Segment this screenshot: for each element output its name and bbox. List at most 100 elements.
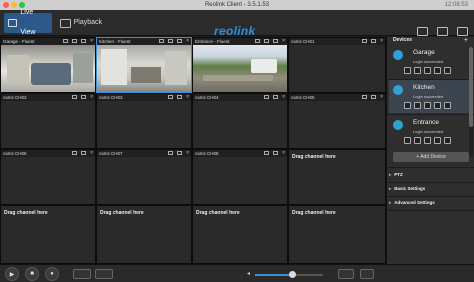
talk-button[interactable]: ●	[45, 267, 59, 281]
tab-live-view[interactable]: Live View	[4, 9, 52, 36]
garage-door	[73, 53, 93, 83]
device-icon[interactable]	[417, 27, 428, 36]
previous-page-button[interactable]	[73, 269, 91, 279]
close-icon[interactable]: ×	[282, 39, 285, 44]
snapshot-icon[interactable]	[81, 151, 87, 155]
section-ptz[interactable]: ▸ PTZ	[389, 171, 403, 179]
empty-channel-slot[interactable]: Drag channel here	[96, 205, 192, 264]
empty-channel-slot[interactable]: Drag channel here	[0, 205, 96, 264]
snapshot-icon[interactable]	[273, 39, 279, 43]
video-cell-ch08[interactable]: cams CH08 ×	[192, 149, 288, 205]
record-icon[interactable]	[264, 39, 270, 43]
video-cell-ch06[interactable]: cams CH06 ×	[0, 149, 96, 205]
add-device-button[interactable]: + Add Device	[393, 152, 469, 162]
device-name: Kitchen	[413, 84, 435, 91]
add-icon[interactable]: +	[464, 37, 468, 44]
close-icon[interactable]: ×	[186, 151, 189, 156]
record-icon[interactable]	[424, 137, 431, 144]
section-advanced-settings[interactable]: ▸ Advanced Settings	[389, 199, 435, 207]
close-icon[interactable]: ×	[282, 151, 285, 156]
close-icon[interactable]: ×	[186, 95, 189, 100]
empty-channel-slot[interactable]: Drag channel here	[192, 205, 288, 264]
settings-icon[interactable]	[404, 67, 411, 74]
record-icon[interactable]	[72, 95, 78, 99]
kitchen-counter	[131, 67, 161, 83]
close-icon[interactable]: ×	[90, 151, 93, 156]
snapshot-icon[interactable]	[177, 39, 183, 43]
video-cell-kitchen[interactable]: Kitchen - Fluent ×	[96, 37, 192, 93]
snapshot-icon[interactable]	[434, 67, 441, 74]
close-icon[interactable]: ×	[282, 95, 285, 100]
device-list-scrollbar[interactable]	[469, 47, 473, 157]
video-cell-ch05[interactable]: cams CH05 ×	[288, 93, 386, 149]
info-icon[interactable]	[444, 137, 451, 144]
close-icon[interactable]: ×	[186, 39, 189, 44]
device-panel: Devices + Garage Login succeeded Kitchen…	[386, 37, 474, 264]
stop-all-button[interactable]: ■	[25, 267, 39, 281]
snapshot-icon[interactable]	[434, 102, 441, 109]
close-icon[interactable]: ×	[380, 95, 383, 100]
record-icon[interactable]	[362, 39, 368, 43]
snapshot-icon[interactable]	[177, 151, 183, 155]
record-icon[interactable]	[424, 102, 431, 109]
snapshot-icon[interactable]	[371, 95, 377, 99]
empty-channel-slot[interactable]: Drag channel here	[288, 149, 386, 205]
video-cell-ch01[interactable]: cams CH01 ×	[288, 37, 386, 93]
snapshot-icon[interactable]	[273, 95, 279, 99]
settings-icon[interactable]	[457, 27, 468, 36]
info-icon[interactable]	[444, 67, 451, 74]
download-icon[interactable]	[437, 27, 448, 36]
snapshot-icon[interactable]	[371, 39, 377, 43]
video-cell-ch07[interactable]: cams CH07 ×	[96, 149, 192, 205]
record-icon[interactable]	[168, 95, 174, 99]
settings-icon[interactable]	[404, 102, 411, 109]
volume-icon: ◂	[247, 271, 251, 277]
drag-channel-hint: Drag channel here	[196, 210, 240, 216]
close-icon[interactable]: ×	[90, 95, 93, 100]
empty-channel-slot[interactable]: Drag channel here	[288, 205, 386, 264]
tab-playback[interactable]: Playback	[56, 13, 106, 33]
info-icon[interactable]	[444, 102, 451, 109]
record-icon[interactable]	[424, 67, 431, 74]
record-icon[interactable]	[264, 151, 270, 155]
record-icon[interactable]	[362, 95, 368, 99]
play-icon[interactable]	[414, 102, 421, 109]
record-icon[interactable]	[168, 151, 174, 155]
play-icon[interactable]	[414, 67, 421, 74]
record-icon[interactable]	[72, 151, 78, 155]
device-item-garage[interactable]: Garage Login succeeded	[389, 45, 473, 78]
snapshot-icon[interactable]	[81, 95, 87, 99]
device-item-entrance[interactable]: Entrance Login succeeded	[389, 115, 473, 148]
next-page-button[interactable]	[95, 269, 113, 279]
play-icon[interactable]	[414, 137, 421, 144]
video-cell-ch03[interactable]: cams CH03 ×	[96, 93, 192, 149]
snapshot-icon[interactable]	[434, 137, 441, 144]
device-actions	[404, 67, 451, 74]
play-all-button[interactable]: ▶	[5, 267, 19, 281]
close-icon[interactable]: ×	[90, 39, 93, 44]
snapshot-icon[interactable]	[177, 95, 183, 99]
chevron-right-icon: ▸	[389, 172, 392, 177]
settings-icon[interactable]	[404, 137, 411, 144]
record-icon[interactable]	[264, 95, 270, 99]
close-icon[interactable]: ×	[380, 39, 383, 44]
volume-slider-knob[interactable]	[288, 271, 296, 278]
device-item-kitchen[interactable]: Kitchen Login succeeded	[389, 80, 473, 113]
devices-header: Devices	[393, 37, 412, 43]
scrollbar-thumb[interactable]	[469, 47, 473, 127]
garage-shelf	[7, 55, 29, 83]
video-cell-ch02[interactable]: cams CH02 ×	[0, 93, 96, 149]
record-icon[interactable]	[72, 39, 78, 43]
volume-slider[interactable]	[255, 271, 323, 278]
snapshot-icon[interactable]	[273, 151, 279, 155]
section-basic-settings[interactable]: ▸ Basic Settings	[389, 185, 425, 193]
video-cell-garage[interactable]: Garage - Fluent ×	[0, 37, 96, 93]
layout-grid-button[interactable]	[338, 269, 354, 279]
fullscreen-button[interactable]	[360, 269, 374, 279]
record-icon[interactable]	[168, 39, 174, 43]
snapshot-icon[interactable]	[81, 39, 87, 43]
toolbar-right-icons	[417, 27, 468, 36]
video-cell-entrance[interactable]: Entrance - Fluent ×	[192, 37, 288, 93]
video-cell-ch04[interactable]: cams CH04 ×	[192, 93, 288, 149]
play-icon: ▶	[9, 271, 15, 278]
